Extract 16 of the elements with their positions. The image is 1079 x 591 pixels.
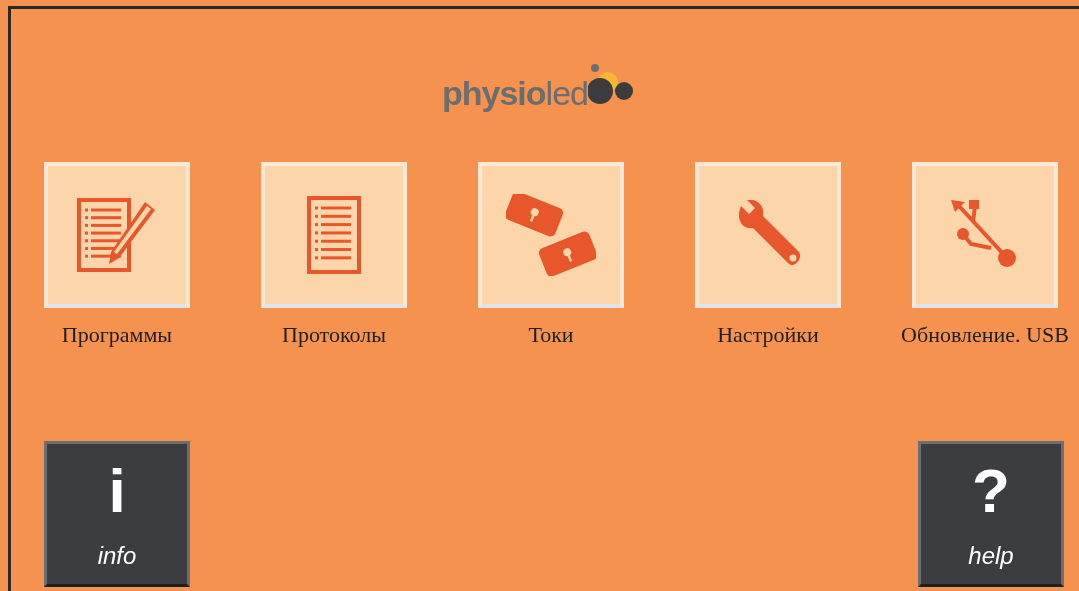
menu-tile[interactable]	[44, 162, 190, 308]
help-button[interactable]: ? help	[918, 441, 1064, 587]
tile-label: Протоколы	[282, 322, 386, 348]
info-button[interactable]: i info	[44, 441, 190, 587]
document-list-icon	[307, 196, 361, 274]
menu-tile[interactable]	[695, 162, 841, 308]
tile-label: Программы	[61, 322, 173, 348]
logo-text: physioled	[442, 73, 588, 113]
tile-label: Обновление. USB	[901, 322, 1069, 348]
tile-label: Настройки	[717, 322, 819, 348]
menu-tile[interactable]	[478, 162, 624, 308]
menu-tile[interactable]	[261, 162, 407, 308]
tile-label: Токи	[528, 322, 574, 348]
electrode-pads-icon	[506, 194, 596, 276]
usb-icon	[951, 200, 1019, 270]
menu-tile[interactable]	[912, 162, 1058, 308]
